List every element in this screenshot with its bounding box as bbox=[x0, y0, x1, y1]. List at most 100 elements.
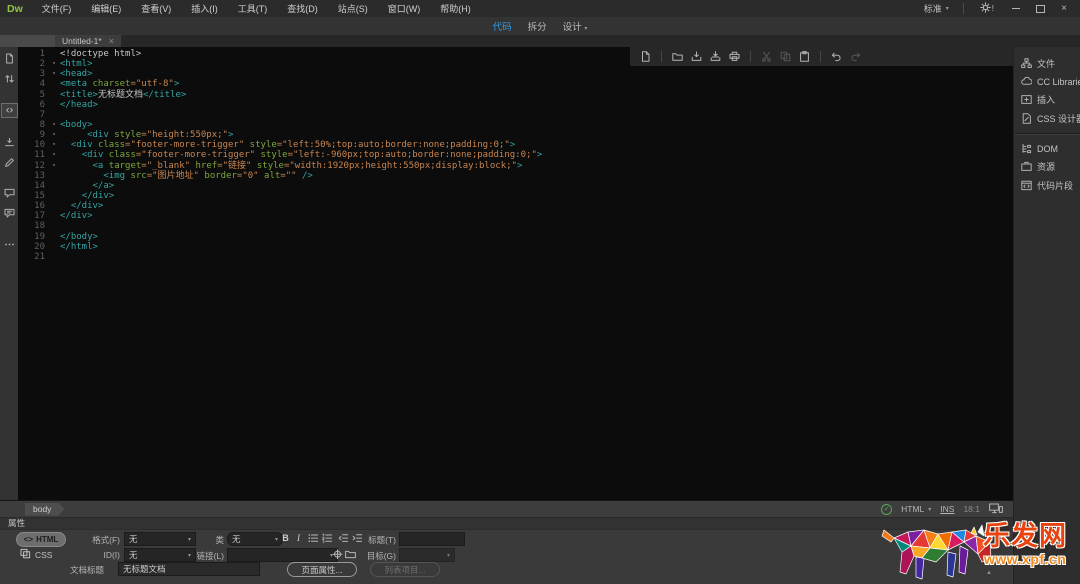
menu-item[interactable]: 工具(T) bbox=[228, 2, 278, 15]
panel-tab-files[interactable]: 文件 bbox=[1014, 54, 1080, 73]
close-button[interactable]: × bbox=[1052, 0, 1076, 17]
menu-item[interactable]: 查找(D) bbox=[277, 2, 328, 15]
ordered-list-button[interactable] bbox=[321, 532, 334, 544]
open-documents-icon[interactable] bbox=[2, 52, 17, 65]
cc-libraries-icon bbox=[1020, 76, 1032, 87]
cursor-position: 18:1 bbox=[963, 504, 980, 514]
code-fold-icon[interactable]: ▾ bbox=[48, 150, 60, 160]
app-logo[interactable]: Dw bbox=[7, 3, 23, 15]
insert-mode-indicator[interactable]: INS bbox=[940, 504, 954, 514]
indent-button[interactable] bbox=[351, 532, 364, 544]
html-mode-button[interactable]: <>HTML bbox=[16, 532, 66, 547]
code-text: <body> bbox=[60, 120, 93, 130]
point-to-file-icon[interactable] bbox=[331, 548, 344, 560]
browse-folder-icon[interactable] bbox=[344, 548, 357, 560]
paste-icon[interactable] bbox=[799, 51, 810, 62]
code-line: 2▾<html> bbox=[18, 59, 542, 69]
code-fold-icon[interactable]: ▾ bbox=[48, 59, 60, 69]
print-icon[interactable] bbox=[729, 51, 740, 62]
doctype-select[interactable]: HTML▾ bbox=[901, 504, 931, 514]
live-code-icon[interactable] bbox=[1, 103, 18, 118]
panel-expand-icon[interactable]: ▲ bbox=[986, 570, 992, 576]
apply-comment-icon[interactable] bbox=[2, 187, 17, 200]
document-tab[interactable]: Untitled-1* × bbox=[55, 35, 121, 47]
preview-devices-icon[interactable] bbox=[989, 503, 1003, 516]
css-designer-icon bbox=[1020, 113, 1032, 124]
tab-close-icon[interactable]: × bbox=[109, 37, 114, 45]
open-folder-icon[interactable] bbox=[672, 51, 683, 62]
code-fold-icon[interactable]: ▾ bbox=[48, 140, 60, 150]
code-fold-icon[interactable]: ▾ bbox=[48, 120, 60, 130]
panel-tab-insert[interactable]: 插入 bbox=[1014, 90, 1080, 109]
css-mode-button[interactable]: CSS bbox=[20, 548, 52, 561]
restore-button[interactable] bbox=[1028, 0, 1052, 17]
format-select[interactable]: 无▾ bbox=[124, 532, 196, 546]
code-fold-icon[interactable]: ▾ bbox=[48, 161, 60, 171]
id-select[interactable]: 无▾ bbox=[124, 548, 196, 562]
class-select[interactable]: 无▾ bbox=[227, 532, 283, 546]
code-text: </body> bbox=[60, 232, 98, 242]
format-source-icon[interactable] bbox=[2, 156, 17, 169]
menu-item[interactable]: 插入(I) bbox=[181, 2, 228, 15]
code-fold-spacer bbox=[48, 181, 60, 191]
toolbar-more-icon[interactable] bbox=[2, 238, 17, 251]
panel-tab-dom[interactable]: DOM bbox=[1014, 140, 1080, 157]
menu-item[interactable]: 站点(S) bbox=[328, 2, 378, 15]
code-fold-spacer bbox=[48, 90, 60, 100]
code-fold-icon[interactable]: ▾ bbox=[48, 130, 60, 140]
menu-item[interactable]: 查看(V) bbox=[131, 2, 181, 15]
code-text: <div class="footer-more-trigger" style="… bbox=[60, 150, 542, 160]
panel-tab-assets[interactable]: 资源 bbox=[1014, 157, 1080, 176]
tag-selector-body[interactable]: body bbox=[25, 503, 64, 516]
title-input[interactable] bbox=[399, 532, 465, 546]
line-number: 7 bbox=[18, 110, 48, 120]
code-editor[interactable]: 1<!doctype html>2▾<html>3▾<head>4<meta c… bbox=[18, 47, 1013, 500]
document-tab-bar: Untitled-1* × bbox=[0, 35, 1080, 47]
outdent-button[interactable] bbox=[337, 532, 350, 544]
panel-tab-cc-libraries[interactable]: CC Libraries bbox=[1014, 73, 1080, 90]
tab-split-view[interactable]: 拆分 bbox=[528, 19, 547, 33]
tab-code-view[interactable]: 代码 bbox=[493, 19, 512, 33]
collapse-full-tag-icon[interactable] bbox=[2, 136, 17, 149]
target-select[interactable]: ▾ bbox=[399, 548, 455, 562]
save-icon[interactable] bbox=[691, 51, 702, 62]
status-bar: body ✓ HTML▾ INS 18:1 bbox=[0, 500, 1013, 517]
sync-settings-button[interactable]: ! bbox=[970, 2, 1004, 15]
link-input[interactable]: ▾ bbox=[227, 548, 338, 562]
chevron-down-icon: ▾ bbox=[946, 5, 949, 12]
doc-title-input[interactable]: 无标题文档 bbox=[118, 562, 260, 576]
undo-icon[interactable] bbox=[831, 51, 842, 62]
workspace-switcher[interactable]: 标准 ▾ bbox=[916, 2, 957, 15]
line-number: 20 bbox=[18, 242, 48, 252]
minimize-button[interactable] bbox=[1004, 0, 1028, 17]
bold-button[interactable]: B bbox=[280, 532, 291, 544]
panel-tab-label: CSS 设计器 bbox=[1037, 112, 1080, 125]
menu-item[interactable]: 编辑(E) bbox=[81, 2, 131, 15]
menu-item[interactable]: 窗口(W) bbox=[378, 2, 431, 15]
coding-toolbar bbox=[0, 47, 18, 505]
code-fold-spacer bbox=[48, 201, 60, 211]
file-management-icon[interactable] bbox=[2, 72, 17, 85]
status-right: ✓ HTML▾ INS 18:1 bbox=[881, 503, 1013, 516]
files-icon bbox=[1020, 58, 1032, 69]
line-number: 12 bbox=[18, 161, 48, 171]
tab-design-view[interactable]: 设计 ▾ bbox=[563, 19, 588, 33]
menu-item[interactable]: 文件(F) bbox=[32, 2, 82, 15]
unordered-list-button[interactable] bbox=[307, 532, 320, 544]
page-properties-button[interactable]: 页面属性... bbox=[287, 562, 357, 577]
line-number: 19 bbox=[18, 232, 48, 242]
italic-button[interactable]: I bbox=[293, 532, 304, 544]
code-line: 19 </body> bbox=[18, 232, 542, 242]
panel-tab-label: 资源 bbox=[1037, 160, 1055, 173]
save-all-icon[interactable] bbox=[710, 51, 721, 62]
code-line: 14 </a> bbox=[18, 181, 542, 191]
panel-tab-css-designer[interactable]: CSS 设计器 bbox=[1014, 109, 1080, 128]
panel-tab-snippets[interactable]: 代码片段 bbox=[1014, 176, 1080, 195]
code-fold-spacer bbox=[48, 100, 60, 110]
menu-item[interactable]: 帮助(H) bbox=[430, 2, 481, 15]
code-line: 13 <img src="图片地址" border="0" alt="" /> bbox=[18, 171, 542, 181]
new-file-icon[interactable] bbox=[640, 51, 651, 62]
line-number: 18 bbox=[18, 221, 48, 231]
remove-comment-icon[interactable] bbox=[2, 207, 17, 220]
code-fold-icon[interactable]: ▾ bbox=[48, 69, 60, 79]
